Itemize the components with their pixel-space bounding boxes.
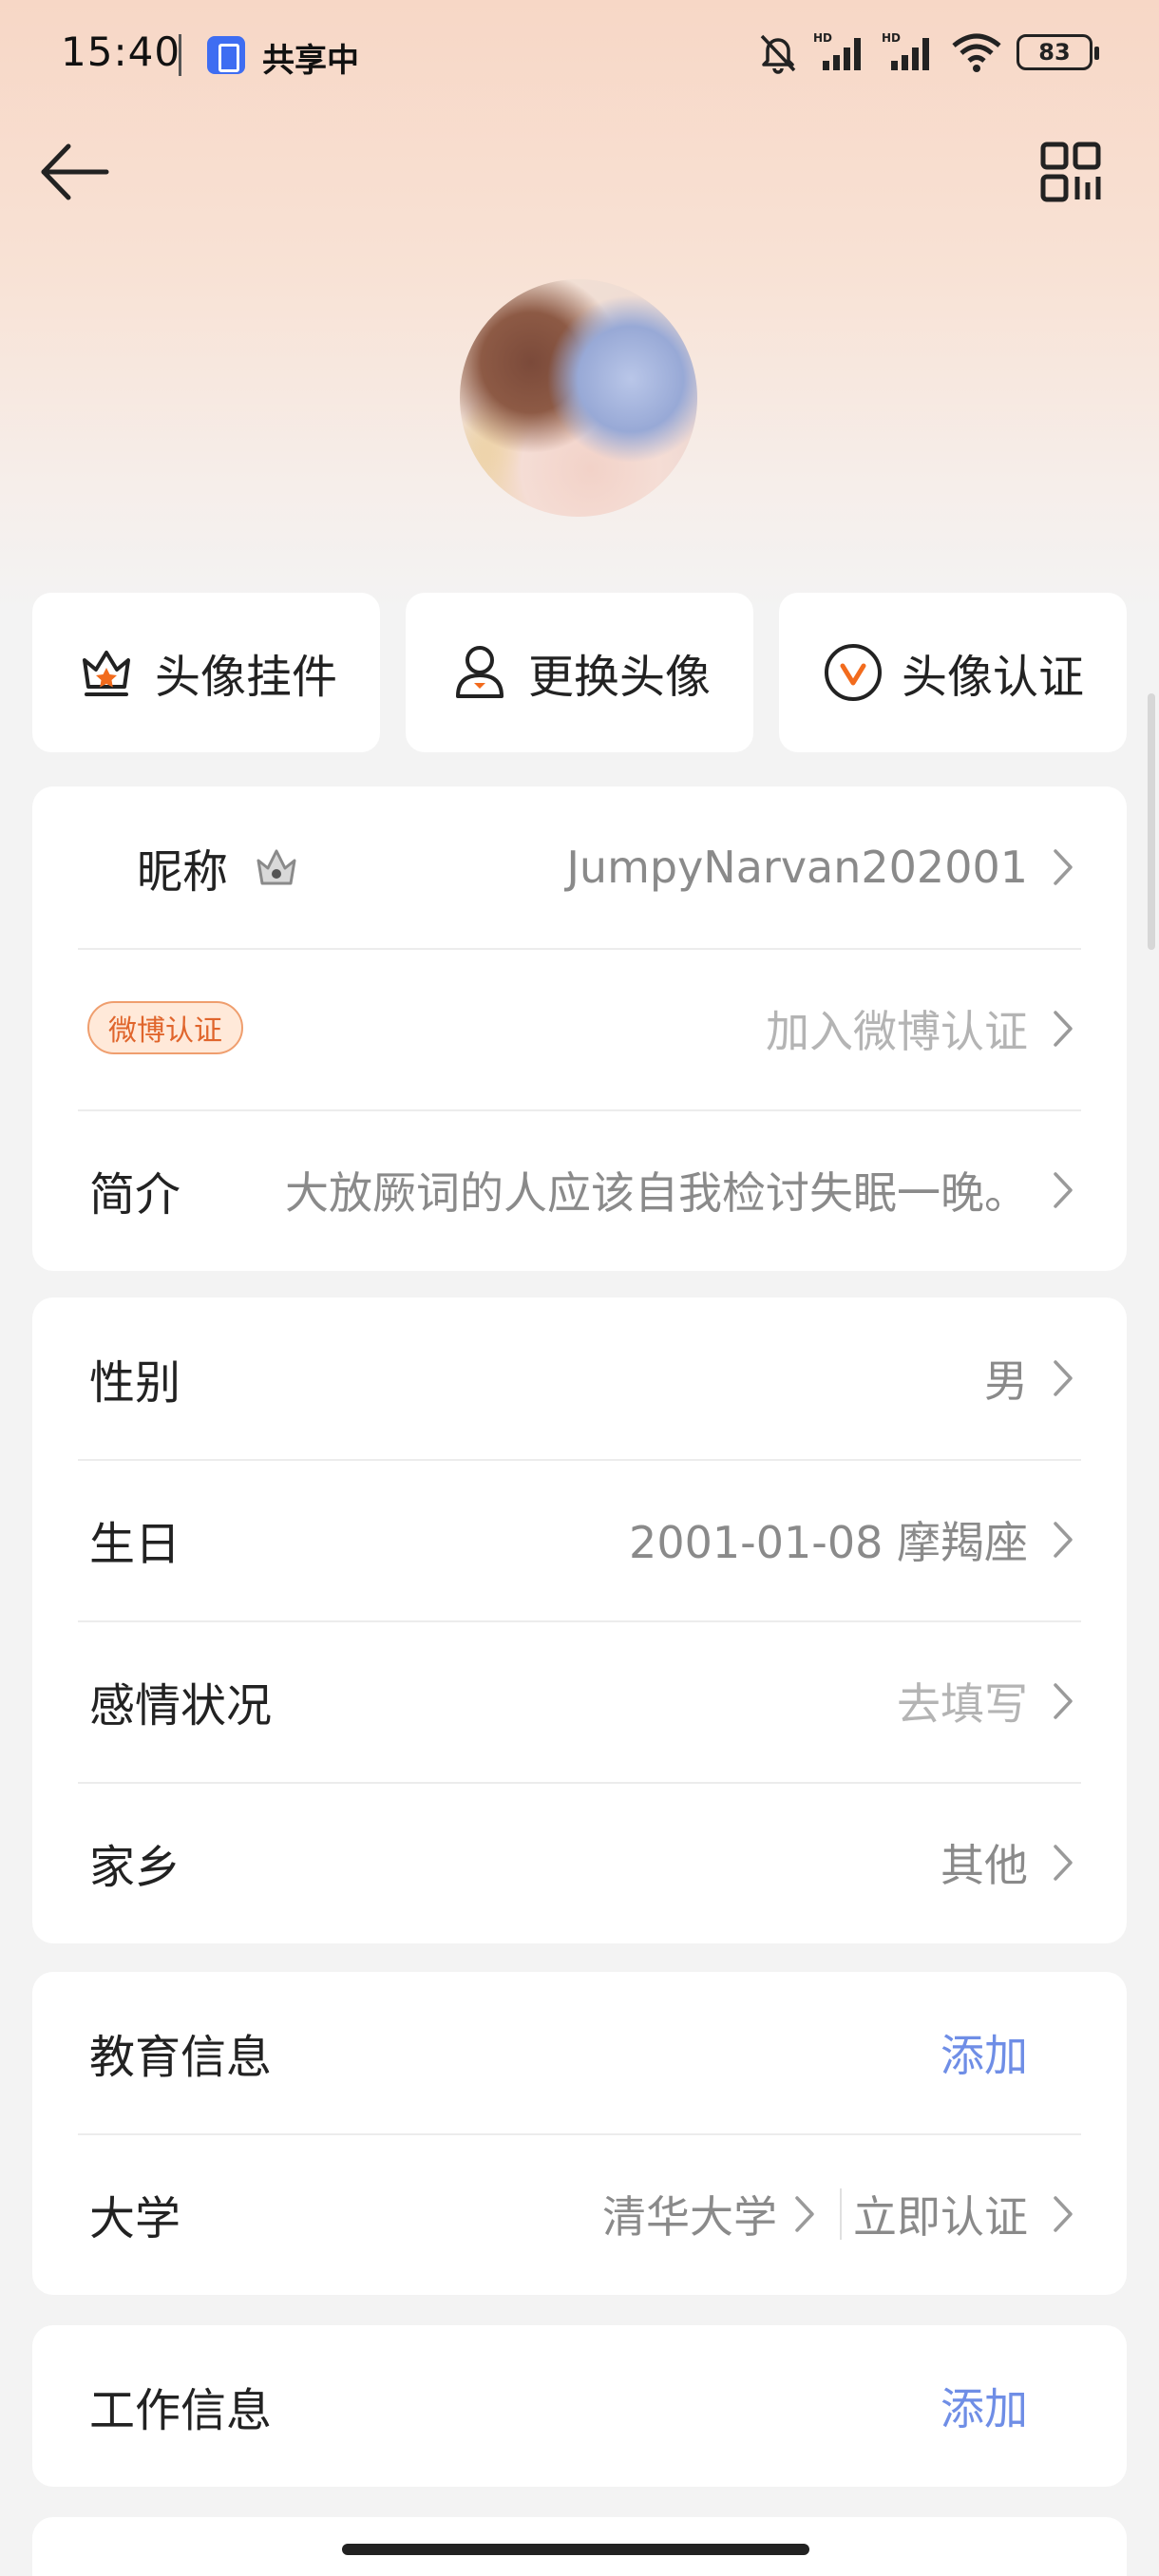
nickname-label-wrap: 昵称 — [89, 786, 302, 948]
svg-text:HD: HD — [882, 31, 901, 45]
battery-level: 83 — [1038, 39, 1071, 66]
university-value[interactable]: 清华大学 — [602, 2133, 777, 2295]
weibo-verify-value: 加入微博认证 — [766, 1006, 1028, 1057]
birthday-row[interactable]: 生日 2001-01-08 摩羯座 — [32, 1459, 1127, 1620]
avatar-verify-label: 头像认证 — [901, 651, 1084, 704]
status-time: 15:40 — [61, 28, 181, 75]
avatar-actions: 头像挂件 更换头像 头像认证 — [32, 593, 1127, 752]
status-icons: HD HD 83 — [756, 30, 1099, 74]
status-divider — [179, 34, 181, 76]
scrollbar-thumb[interactable] — [1148, 693, 1155, 950]
chevron-right-icon — [1054, 1360, 1073, 1396]
change-avatar-label: 更换头像 — [527, 651, 711, 704]
birthday-value: 2001-01-08 摩羯座 — [629, 1517, 1028, 1568]
relationship-value: 去填写 — [897, 1678, 1028, 1730]
education-card: 教育信息 添加 大学 清华大学 立即认证 — [32, 1972, 1127, 2295]
work-card: 工作信息 添加 — [32, 2325, 1127, 2487]
chevron-right-icon — [1054, 849, 1073, 885]
gender-label: 性别 — [89, 1356, 181, 1410]
avatar-pendant-button[interactable]: 头像挂件 — [32, 593, 380, 752]
back-arrow-icon[interactable] — [36, 139, 112, 205]
weibo-verify-badge: 微博认证 — [87, 1001, 243, 1054]
avatar-verify-button[interactable]: 头像认证 — [779, 593, 1127, 752]
university-divider — [840, 2188, 842, 2240]
hometown-row[interactable]: 家乡 其他 — [32, 1782, 1127, 1943]
work-title: 工作信息 — [89, 2384, 273, 2437]
share-status-label: 共享中 — [262, 42, 359, 80]
person-icon — [455, 646, 504, 698]
bio-row[interactable]: 简介 大放厥词的人应该自我检讨失眠一晚。 — [32, 1109, 1127, 1271]
profile-card: 昵称 JumpyNarvan202001 微博认证 加入微博认证 简介 大放厥词… — [32, 786, 1127, 1271]
chevron-right-icon — [1054, 2196, 1073, 2232]
nickname-row[interactable]: 昵称 JumpyNarvan202001 — [32, 786, 1127, 948]
battery-icon: 83 — [1016, 34, 1099, 70]
svg-text:HD: HD — [813, 31, 832, 45]
gender-row[interactable]: 性别 男 — [32, 1297, 1127, 1459]
work-add-link[interactable]: 添加 — [940, 2325, 1028, 2487]
home-indicator[interactable] — [342, 2544, 809, 2555]
hometown-value: 其他 — [940, 1840, 1028, 1891]
chevron-right-icon — [1054, 1845, 1073, 1881]
chevron-right-icon — [1054, 1683, 1073, 1719]
birthday-label: 生日 — [89, 1518, 181, 1571]
chevron-right-icon — [1054, 1522, 1073, 1558]
university-verify-link[interactable]: 立即认证 — [853, 2133, 1028, 2295]
chevron-right-icon — [1054, 1011, 1073, 1047]
weibo-verify-row[interactable]: 微博认证 加入微博认证 — [32, 948, 1127, 1109]
avatar[interactable] — [460, 279, 697, 517]
university-label: 大学 — [89, 2192, 181, 2245]
hometown-label: 家乡 — [89, 1841, 181, 1894]
nickname-value: JumpyNarvan202001 — [566, 842, 1028, 893]
education-add-link[interactable]: 添加 — [940, 1972, 1028, 2133]
bio-value: 大放厥词的人应该自我检讨失眠一晚。 — [285, 1167, 1028, 1219]
gender-value: 男 — [984, 1355, 1028, 1407]
education-header-row: 教育信息 添加 — [32, 1972, 1127, 2133]
nickname-label: 昵称 — [137, 845, 229, 899]
hd-signal-icon: HD — [813, 31, 861, 70]
mute-bell-icon — [760, 34, 796, 74]
chevron-right-icon — [1054, 1172, 1073, 1208]
status-bar: 15:40 共享中 HD HD 83 — [0, 0, 1159, 114]
work-header-row: 工作信息 添加 — [32, 2325, 1127, 2487]
relationship-label: 感情状况 — [89, 1679, 273, 1733]
university-row: 大学 清华大学 立即认证 — [32, 2133, 1127, 2295]
verified-v-icon — [824, 644, 882, 701]
qr-code-icon[interactable] — [1039, 141, 1102, 203]
relationship-row[interactable]: 感情状况 去填写 — [32, 1620, 1127, 1782]
hd-signal-icon: HD — [882, 31, 929, 70]
change-avatar-button[interactable]: 更换头像 — [406, 593, 753, 752]
crown-frame-icon — [82, 651, 130, 696]
education-title: 教育信息 — [89, 2031, 273, 2084]
chevron-right-icon — [795, 2196, 814, 2232]
wifi-icon — [952, 33, 1001, 72]
bio-label: 简介 — [89, 1168, 181, 1222]
crown-icon — [256, 849, 296, 885]
screen-share-icon — [207, 36, 245, 74]
basic-info-card: 性别 男 生日 2001-01-08 摩羯座 感情状况 去填写 家乡 其他 — [32, 1297, 1127, 1943]
avatar-pendant-label: 头像挂件 — [154, 651, 337, 704]
